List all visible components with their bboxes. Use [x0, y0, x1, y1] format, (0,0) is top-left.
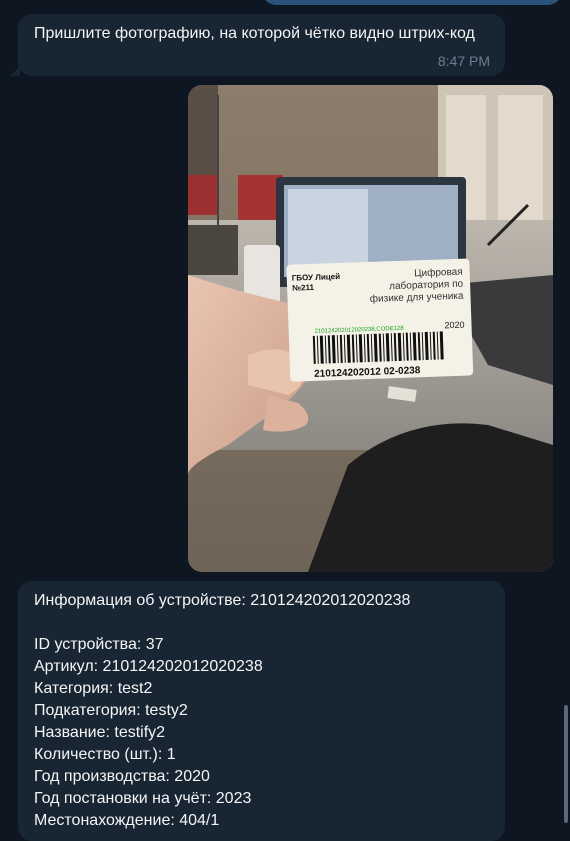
previous-outgoing-bubble	[262, 0, 562, 5]
barcode-photo[interactable]: ГБОУ Лицей №211 Цифровая лаборатория по …	[188, 85, 553, 572]
chat-scrollbar[interactable]	[564, 705, 568, 823]
equipment-label: ГБОУ Лицей №211 Цифровая лаборатория по …	[286, 258, 474, 382]
bot-message-prompt[interactable]: Пришлите фотографию, на которой чётко ви…	[10, 14, 505, 76]
device-field-article: Артикул: 210124202012020238	[34, 658, 263, 675]
device-field-category: Категория: test2	[34, 680, 153, 697]
label-org-line2: №211	[292, 283, 315, 293]
message-text: Пришлите фотографию, на которой чётко ви…	[34, 25, 475, 42]
label-org-line1: ГБОУ Лицей	[292, 272, 341, 283]
device-field-production-year: Год производства: 2020	[34, 768, 210, 785]
device-info-header: Информация об устройстве: 21012420201202…	[34, 592, 411, 609]
device-field-registration-year: Год постановки на учёт: 2023	[34, 790, 252, 807]
device-field-subcategory: Подкатегория: testy2	[34, 702, 188, 719]
bubble-tail	[10, 66, 20, 76]
message-timestamp: 8:47 PM	[437, 53, 490, 69]
device-field-id: ID устройства: 37	[34, 636, 164, 653]
device-field-quantity: Количество (шт.): 1	[34, 746, 176, 763]
label-year: 2020	[444, 320, 464, 331]
bot-message-device-info[interactable]: Информация об устройстве: 21012420201202…	[18, 581, 505, 841]
label-title-line1: Цифровая	[414, 266, 463, 280]
device-field-name: Название: testify2	[34, 724, 166, 741]
device-field-location: Местонахождение: 404/1	[34, 812, 220, 829]
